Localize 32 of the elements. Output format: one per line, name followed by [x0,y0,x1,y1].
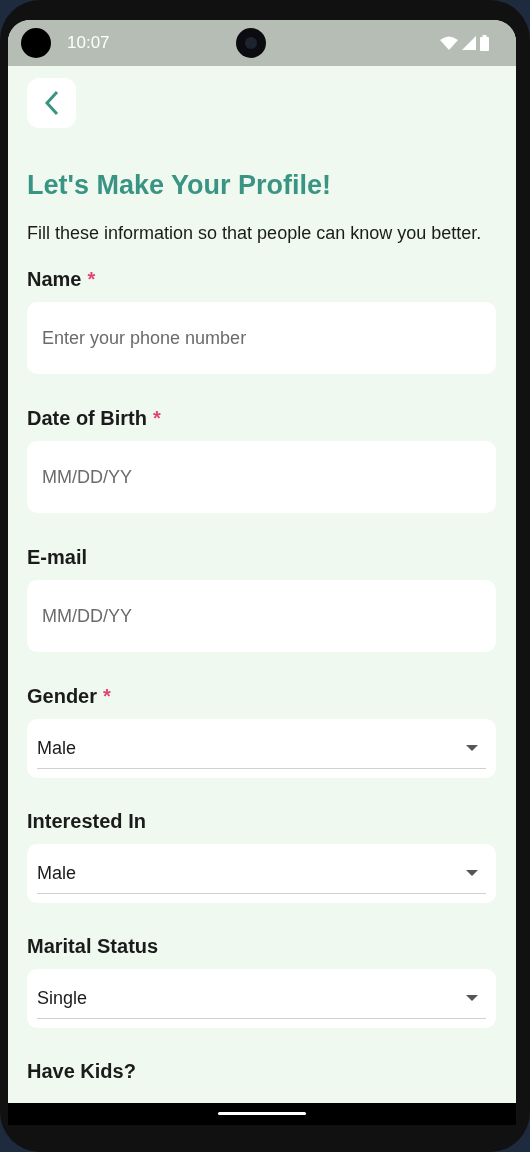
status-time: 10:07 [67,32,110,55]
caret-icon [466,870,478,876]
page-title: Let's Make Your Profile! [27,170,332,200]
back-button[interactable] [27,78,76,128]
back-icon [43,90,60,116]
field-label: Gender [27,684,98,708]
field-label: Have Kids? [27,1059,136,1083]
required-mark: * [87,267,96,291]
field-label: Date of Birth [27,406,147,430]
signal-icon [462,36,476,50]
input-field[interactable]: MM/DD/YY [27,580,496,652]
dropdown[interactable]: Male [27,844,496,903]
wifi-icon [440,36,458,50]
required-mark: * [153,406,161,430]
input-field[interactable]: Enter your phone number [27,302,496,374]
field-label: Interested In [27,809,146,833]
caret-icon [466,995,478,1001]
field-label: Marital Status [27,934,159,958]
dropdown-value: Male [37,861,76,885]
camera-icon [21,28,51,58]
dropdown-value: Single [37,986,88,1010]
page-subtitle: Fill these information so that people can know you better. [27,222,483,245]
dropdown[interactable]: Male [27,719,496,778]
field-label: Name [27,267,82,291]
camera-icon [235,28,266,58]
battery-icon [480,35,489,51]
caret-icon [466,745,478,751]
dropdown-value: Male [37,736,76,760]
dropdown[interactable]: Single [27,969,496,1028]
input-field[interactable]: MM/DD/YY [27,441,496,513]
field-label: E-mail [27,545,88,569]
required-mark: * [103,684,111,708]
